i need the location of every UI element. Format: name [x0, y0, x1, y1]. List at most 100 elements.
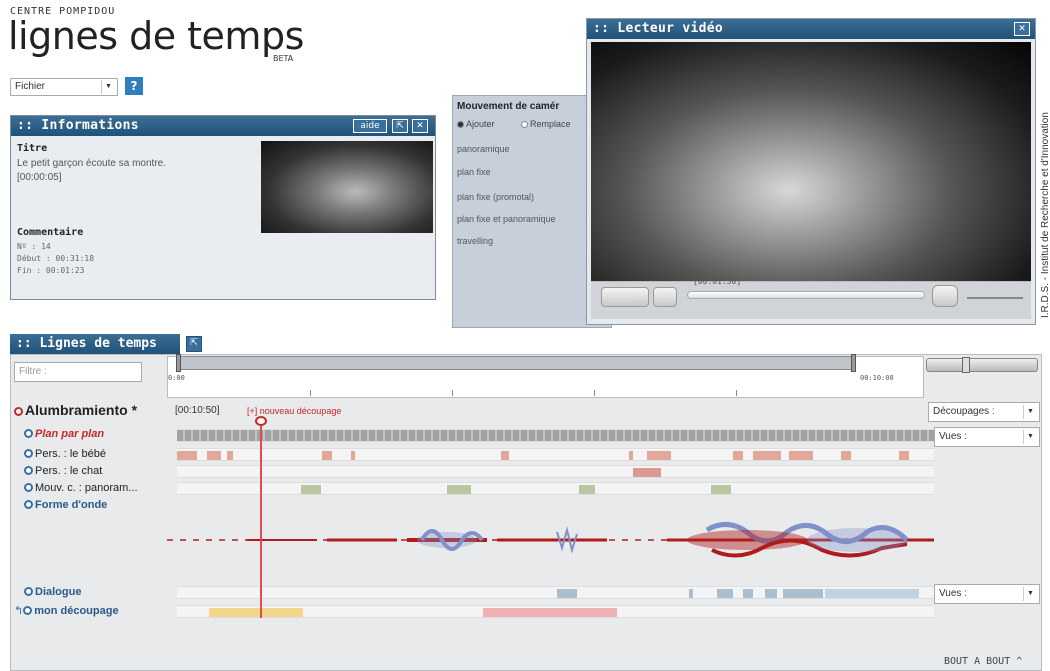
side-credit: I.R.D.S. - Institut de Recherche et d'In… — [1040, 112, 1050, 318]
segment[interactable] — [322, 451, 332, 460]
track-label-onde[interactable]: Forme d'onde — [24, 499, 107, 511]
zoom-slider[interactable] — [926, 358, 1038, 372]
segment[interactable] — [207, 451, 221, 460]
segment[interactable] — [789, 451, 813, 460]
close-icon[interactable]: ✕ — [1014, 22, 1030, 36]
bout-a-bout-button[interactable]: BOUT A BOUT ^ — [944, 656, 1022, 667]
help-button[interactable]: ? — [125, 77, 143, 95]
titre-value: Le petit garçon écoute sa montre. — [17, 158, 166, 169]
segment[interactable] — [447, 485, 471, 494]
file-menu[interactable]: Fichier ▼ — [10, 78, 118, 96]
camera-panel-title: Mouvement de camér — [457, 101, 560, 112]
new-cut-link[interactable]: [+] nouveau découpage — [247, 406, 341, 416]
video-scrubber[interactable] — [687, 291, 925, 299]
track-chat[interactable] — [177, 465, 934, 478]
track-plan[interactable] — [177, 429, 934, 442]
camera-item[interactable]: plan fixe et panoramique — [457, 214, 556, 224]
info-thumbnail — [261, 141, 433, 233]
segment[interactable] — [753, 451, 781, 460]
segment[interactable] — [765, 589, 777, 598]
video-panel-title: :: Lecteur vidéo — [587, 19, 1035, 39]
segment[interactable] — [711, 485, 731, 494]
ruler-end: 00:10:00 — [860, 374, 894, 382]
zoom-handle-left[interactable] — [176, 354, 181, 372]
segment[interactable] — [351, 451, 355, 460]
num-value: Nº : 14 — [17, 242, 51, 251]
titre-timecode: [00:00:05] — [17, 172, 62, 183]
track-label-plan[interactable]: Plan par plan — [24, 428, 104, 440]
slider-thumb-icon[interactable] — [962, 357, 970, 373]
timeline-title-text: :: Lignes de temps — [16, 336, 157, 351]
segment[interactable] — [177, 451, 197, 460]
track-dialogue[interactable] — [177, 586, 934, 599]
volume-button[interactable] — [932, 285, 958, 307]
play-button[interactable] — [601, 287, 649, 307]
stop-button[interactable] — [653, 287, 677, 307]
segment[interactable] — [899, 451, 909, 460]
track-label-panoram[interactable]: Mouv. c. : panoram... — [24, 482, 138, 494]
video-panel: :: Lecteur vidéo ✕ [00:01:30] — [586, 18, 1036, 325]
camera-item[interactable]: plan fixe — [457, 167, 491, 177]
segment[interactable] — [743, 589, 753, 598]
track-decoupage[interactable] — [177, 605, 934, 618]
target-icon — [24, 466, 33, 475]
segment[interactable] — [783, 589, 823, 598]
camera-item[interactable]: travelling — [457, 236, 493, 246]
segment[interactable] — [227, 451, 233, 460]
vues-select[interactable]: Vues : ▼ — [934, 427, 1040, 447]
track-label-text: Pers. : le bébé — [35, 448, 106, 460]
collapse-icon[interactable]: ⇱ — [186, 336, 202, 352]
track-label-text: Dialogue — [35, 586, 82, 598]
track-bebe[interactable] — [177, 448, 934, 461]
zoom-handle-right[interactable] — [851, 354, 856, 372]
segment[interactable] — [633, 468, 661, 477]
playhead-handle-icon[interactable] — [255, 416, 267, 426]
track-label-chat[interactable]: Pers. : le chat — [24, 465, 102, 477]
segment[interactable] — [647, 451, 671, 460]
vues-select-dialogue[interactable]: Vues : ▼ — [934, 584, 1040, 604]
unsaved-asterisk: * — [131, 402, 138, 418]
segment[interactable] — [579, 485, 595, 494]
track-label-decoupage[interactable]: ↰ mon découpage — [14, 604, 119, 617]
timeline-panel: :: Lignes de temps ⇱ Filtre : 0:00 00:10… — [10, 334, 1050, 671]
track-label-bebe[interactable]: Pers. : le bébé — [24, 448, 106, 460]
playhead[interactable] — [260, 422, 262, 618]
camera-item[interactable]: panoramique — [457, 144, 510, 154]
radio-selected-icon — [457, 121, 464, 128]
camera-item[interactable]: plan fixe (promotal) — [457, 192, 534, 202]
track-label-text: Pers. : le chat — [35, 465, 103, 477]
radio-empty-icon — [521, 121, 528, 128]
segment[interactable] — [841, 451, 851, 460]
aide-button[interactable]: aide — [353, 119, 387, 133]
track-panoram[interactable] — [177, 482, 934, 495]
minimize-icon[interactable]: ⇱ — [392, 119, 408, 133]
segment[interactable] — [483, 608, 617, 617]
waveform[interactable] — [167, 502, 934, 578]
debut-value: Début : 00:31:18 — [17, 254, 95, 263]
zoom-range-bar[interactable] — [176, 356, 856, 370]
chevron-down-icon: ▼ — [1023, 587, 1037, 601]
segment[interactable] — [209, 608, 303, 617]
decoupages-select[interactable]: Découpages : ▼ — [928, 402, 1040, 422]
target-icon — [24, 587, 33, 596]
ajouter-radio[interactable]: Ajouter — [457, 119, 495, 129]
segment[interactable] — [301, 485, 321, 494]
track-label-dialogue[interactable]: Dialogue — [24, 586, 81, 598]
target-icon — [24, 483, 33, 492]
segment[interactable] — [629, 451, 633, 460]
fin-value: Fin : 00:01:23 — [17, 266, 85, 275]
segment[interactable] — [717, 589, 733, 598]
segment[interactable] — [689, 589, 693, 598]
film-title-text: Alumbramiento — [25, 402, 128, 418]
track-label-text: Forme d'onde — [35, 499, 108, 511]
drag-handle-icon[interactable]: ↰ — [14, 605, 23, 617]
close-icon[interactable]: ✕ — [412, 119, 428, 133]
segment[interactable] — [557, 589, 577, 598]
vues-label: Vues : — [939, 588, 967, 599]
segment[interactable] — [733, 451, 743, 460]
segment[interactable] — [501, 451, 509, 460]
volume-slider[interactable] — [967, 297, 1023, 299]
filter-input[interactable]: Filtre : — [14, 362, 142, 382]
remplacer-radio[interactable]: Remplace — [521, 119, 571, 129]
segment[interactable] — [825, 589, 919, 598]
